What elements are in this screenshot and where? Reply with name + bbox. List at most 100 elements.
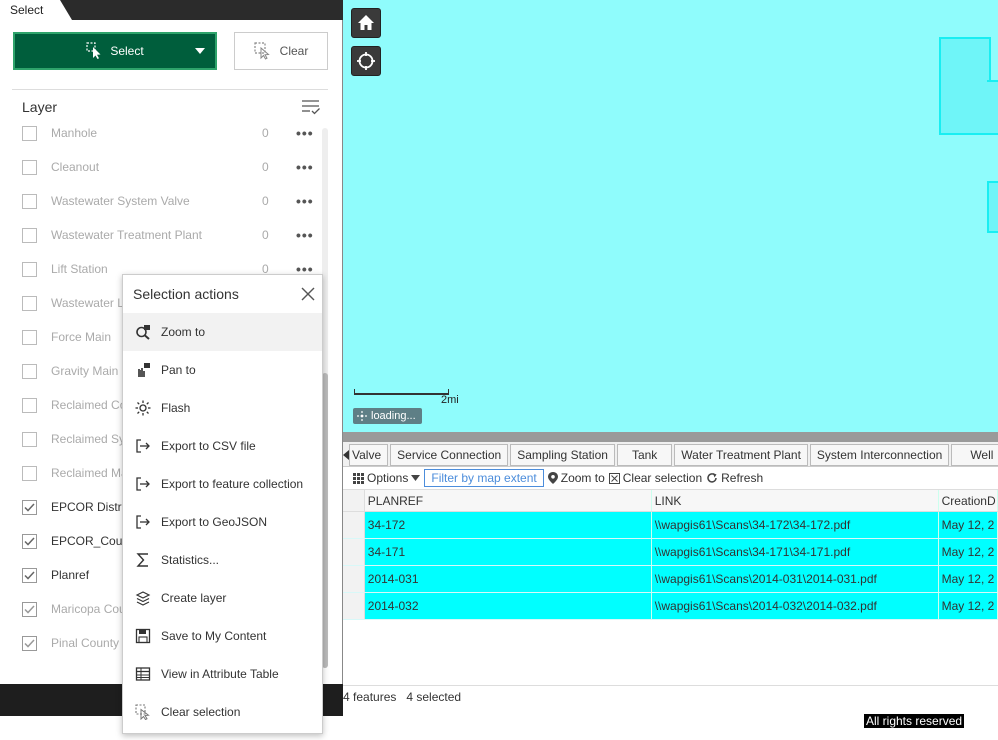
table-row[interactable]: 34-171 \\wapgis61\Scans\34-171\34-171.pd… <box>343 539 998 566</box>
action-pan-to[interactable]: Pan to <box>123 351 322 389</box>
cell-creation-date: May 12, 2 <box>939 593 998 619</box>
close-icon[interactable] <box>301 287 315 301</box>
cell-link: \\wapgis61\Scans\2014-031\2014-031.pdf <box>652 566 939 592</box>
export-icon <box>134 513 152 531</box>
selected-count: 4 selected <box>406 689 462 704</box>
layer-checkbox[interactable] <box>22 431 37 447</box>
action-label: Pan to <box>161 363 196 377</box>
table-resize-handle[interactable] <box>343 432 998 442</box>
map-polygon[interactable] <box>939 37 991 135</box>
more-options-icon[interactable]: ••• <box>296 159 314 175</box>
layer-checkbox[interactable] <box>22 295 37 311</box>
table-row[interactable]: 2014-032 \\wapgis61\Scans\2014-032\2014-… <box>343 593 998 620</box>
row-selector[interactable] <box>343 539 365 565</box>
tab-valve[interactable]: Valve <box>349 444 389 466</box>
cell-planref: 2014-031 <box>365 566 652 592</box>
locate-button[interactable] <box>351 46 381 76</box>
layer-checkbox[interactable] <box>22 227 37 243</box>
chevron-down-icon <box>411 475 421 481</box>
clear-button[interactable]: Clear <box>234 32 328 70</box>
layer-name: EPCOR_Coun <box>51 534 130 548</box>
layer-checkbox[interactable] <box>22 363 37 379</box>
layer-checkbox[interactable] <box>22 465 37 481</box>
map-polygon[interactable] <box>987 181 998 233</box>
table-row[interactable]: 34-172 \\wapgis61\Scans\34-172\34-172.pd… <box>343 512 998 539</box>
column-header-creationdate[interactable]: CreationD <box>939 490 998 511</box>
layer-checkbox[interactable] <box>22 635 37 651</box>
table-header-row: PLANREF LINK CreationD <box>343 490 998 512</box>
action-create-layer[interactable]: Create layer <box>123 579 322 617</box>
layer-name: EPCOR Distric <box>51 500 131 514</box>
map-view[interactable]: 2mi loading... <box>343 0 998 432</box>
filter-by-map-extent-button[interactable]: Filter by map extent <box>424 469 544 487</box>
layer-checkbox[interactable] <box>22 397 37 413</box>
row-selector[interactable] <box>343 566 365 592</box>
layer-checkbox[interactable] <box>22 499 37 515</box>
action-export-csv[interactable]: Export to CSV file <box>123 427 322 465</box>
table-tabs: Valve Service Connection Sampling Statio… <box>343 442 998 467</box>
tab-water-treatment-plant[interactable]: Water Treatment Plant <box>674 444 808 466</box>
layer-checkbox[interactable] <box>22 567 37 583</box>
layer-name: Lift Station <box>51 262 108 276</box>
layer-checkbox[interactable] <box>22 125 37 141</box>
clear-button-label: Clear <box>279 44 309 58</box>
select-button-label: Select <box>110 44 144 58</box>
layer-row[interactable]: Wastewater System Valve 0 ••• <box>0 184 325 218</box>
layer-checkbox[interactable] <box>22 261 37 277</box>
tab-system-interconnection[interactable]: System Interconnection <box>809 444 950 466</box>
zoom-icon <box>134 323 152 341</box>
tab-service-connection[interactable]: Service Connection <box>390 444 509 466</box>
layer-checkbox[interactable] <box>22 329 37 345</box>
action-clear-selection[interactable]: Clear selection <box>123 693 322 731</box>
action-view-in-attribute-table[interactable]: View in Attribute Table <box>123 655 322 693</box>
action-statistics[interactable]: Statistics... <box>123 541 322 579</box>
action-export-feature-collection[interactable]: Export to feature collection <box>123 465 322 503</box>
home-button[interactable] <box>351 8 381 38</box>
action-label: Create layer <box>161 591 227 605</box>
checkmark-icon <box>24 536 35 546</box>
tab-well[interactable]: Well <box>951 444 998 466</box>
action-flash[interactable]: Flash <box>123 389 322 427</box>
layer-name: Reclaimed Sy <box>51 432 126 446</box>
layer-checkbox[interactable] <box>22 193 37 209</box>
layer-checkbox[interactable] <box>22 601 37 617</box>
clear-selection-button[interactable]: Clear selection <box>608 471 702 485</box>
action-zoom-to[interactable]: Zoom to <box>123 313 322 351</box>
action-label: Save to My Content <box>161 629 267 643</box>
table-row[interactable]: 2014-031 \\wapgis61\Scans\2014-031\2014-… <box>343 566 998 593</box>
row-selector[interactable] <box>343 512 365 538</box>
tab-sampling-station[interactable]: Sampling Station <box>510 444 615 466</box>
column-header-link[interactable]: LINK <box>652 490 939 511</box>
row-selector[interactable] <box>343 593 365 619</box>
clear-selection-icon <box>254 42 270 60</box>
layer-row[interactable]: Wastewater Treatment Plant 0 ••• <box>0 218 325 252</box>
table-toolbar: Options Filter by map extent Zoom to Cle… <box>343 467 998 490</box>
chevron-down-icon[interactable] <box>195 48 205 54</box>
refresh-button[interactable]: Refresh <box>706 471 763 485</box>
more-options-icon[interactable]: ••• <box>296 193 314 209</box>
tab-select[interactable]: Select <box>0 0 72 20</box>
more-options-icon[interactable]: ••• <box>296 227 314 243</box>
options-menu[interactable]: Options <box>353 471 421 485</box>
list-check-icon <box>302 100 320 115</box>
column-header-planref[interactable]: PLANREF <box>365 490 652 511</box>
action-export-geojson[interactable]: Export to GeoJSON <box>123 503 322 541</box>
zoom-to-button[interactable]: Zoom to <box>547 471 605 485</box>
cell-planref: 2014-032 <box>365 593 652 619</box>
layer-row[interactable]: Manhole 0 ••• <box>0 116 325 150</box>
layer-name: Wastewater System Valve <box>51 194 190 208</box>
layer-checkbox[interactable] <box>22 533 37 549</box>
action-save-to-my-content[interactable]: Save to My Content <box>123 617 322 655</box>
select-button[interactable]: Select <box>13 32 217 70</box>
layer-count: 0 <box>262 126 269 140</box>
row-selector-header[interactable] <box>343 490 365 511</box>
more-options-icon[interactable]: ••• <box>296 125 314 141</box>
tab-tank[interactable]: Tank <box>616 444 673 466</box>
checkmark-icon <box>24 570 35 580</box>
layer-checkbox[interactable] <box>22 159 37 175</box>
feature-count: 4 features <box>343 689 397 704</box>
popup-title: Selection actions <box>133 286 239 302</box>
layer-row[interactable]: Cleanout 0 ••• <box>0 150 325 184</box>
map-polygon[interactable] <box>987 80 998 135</box>
action-label: View in Attribute Table <box>161 667 279 681</box>
